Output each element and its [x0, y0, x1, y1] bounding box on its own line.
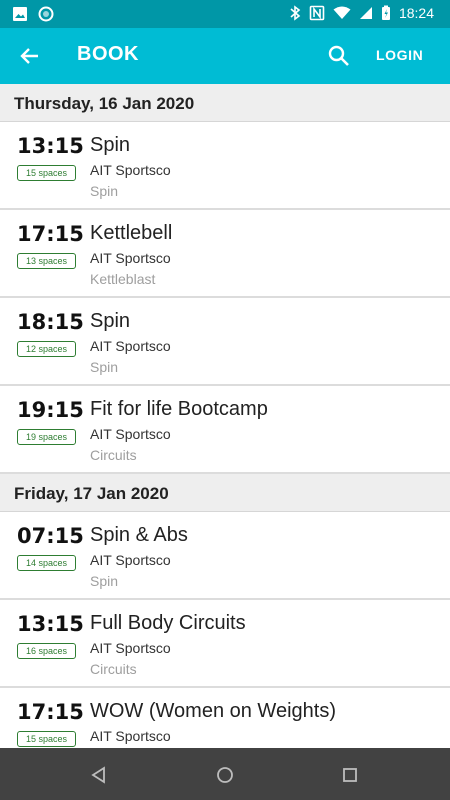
- session-venue: AIT Sportsco: [90, 728, 171, 744]
- session-row[interactable]: 17:15 15 spaces WOW (Women on Weights) AIT …: [0, 688, 450, 748]
- session-name: Spin: [90, 310, 131, 332]
- session-name: Spin & Abs: [90, 524, 188, 546]
- day-header: Thursday, 16 Jan 2020: [0, 84, 450, 122]
- spaces-badge: 14 spaces: [17, 555, 76, 571]
- login-button[interactable]: LOGIN: [376, 47, 423, 63]
- session-name: WOW (Women on Weights): [90, 700, 336, 722]
- session-name: Spin: [90, 134, 131, 156]
- spaces-badge: 15 spaces: [17, 731, 76, 747]
- app-bar: BOOK LOGIN: [0, 28, 450, 84]
- session-list[interactable]: Thursday, 16 Jan 2020 13:15 15 spaces Spin A…: [0, 84, 450, 748]
- session-time: 17:15: [17, 700, 84, 724]
- bluetooth-icon: [290, 5, 301, 21]
- session-venue: AIT Sportsco: [90, 162, 171, 178]
- session-category: Spin: [90, 359, 119, 375]
- signal-icon: [359, 7, 372, 19]
- back-arrow-icon[interactable]: [16, 42, 44, 70]
- recents-square-icon[interactable]: [339, 764, 361, 786]
- clock: 18:24: [398, 5, 434, 21]
- status-bar: 18:24: [0, 0, 450, 28]
- navigation-bar: [0, 748, 450, 800]
- session-time: 19:15: [17, 398, 84, 422]
- session-time: 13:15: [17, 612, 84, 636]
- session-name: Full Body Circuits: [90, 612, 246, 634]
- session-time: 07:15: [17, 524, 84, 548]
- circle-notification-icon: [38, 6, 54, 22]
- search-icon[interactable]: [326, 43, 352, 69]
- session-row[interactable]: 19:15 19 spaces Fit for life Bootcamp AIT S…: [0, 386, 450, 474]
- day-header: Friday, 17 Jan 2020: [0, 474, 450, 512]
- back-triangle-icon[interactable]: [88, 764, 110, 786]
- spaces-badge: 15 spaces: [17, 165, 76, 181]
- spaces-badge: 13 spaces: [17, 253, 76, 269]
- session-row[interactable]: 13:15 16 spaces Full Body Circuits AIT Spor…: [0, 600, 450, 688]
- session-category: Spin: [90, 183, 119, 199]
- wifi-icon: [333, 6, 351, 19]
- spaces-badge: 12 spaces: [17, 341, 76, 357]
- session-venue: AIT Sportsco: [90, 552, 171, 568]
- session-venue: AIT Sportsco: [90, 338, 171, 354]
- session-row[interactable]: 17:15 13 spaces Kettlebell AIT Sportsco Kett…: [0, 210, 450, 298]
- session-row[interactable]: 13:15 15 spaces Spin AIT Sportsco Spin: [0, 122, 450, 210]
- session-row[interactable]: 07:15 14 spaces Spin & Abs AIT Sportsco Spin: [0, 512, 450, 600]
- spaces-badge: 19 spaces: [17, 429, 76, 445]
- session-time: 13:15: [17, 134, 84, 158]
- page-title: BOOK: [77, 43, 139, 65]
- session-venue: AIT Sportsco: [90, 640, 171, 656]
- session-category: Spin: [90, 573, 119, 589]
- session-time: 17:15: [17, 222, 84, 246]
- session-row[interactable]: 18:15 12 spaces Spin AIT Sportsco Spin: [0, 298, 450, 386]
- session-venue: AIT Sportsco: [90, 250, 171, 266]
- session-venue: AIT Sportsco: [90, 426, 171, 442]
- session-time: 18:15: [17, 310, 84, 334]
- nfc-icon: [309, 5, 325, 21]
- session-category: Kettleblast: [90, 271, 156, 287]
- session-category: Circuits: [90, 447, 137, 463]
- spaces-badge: 16 spaces: [17, 643, 76, 659]
- home-circle-icon[interactable]: [214, 764, 236, 786]
- image-notification-icon: [13, 7, 27, 21]
- session-category: Circuits: [90, 661, 137, 677]
- session-name: Kettlebell: [90, 222, 173, 244]
- session-name: Fit for life Bootcamp: [90, 398, 268, 420]
- battery-icon: [381, 5, 390, 20]
